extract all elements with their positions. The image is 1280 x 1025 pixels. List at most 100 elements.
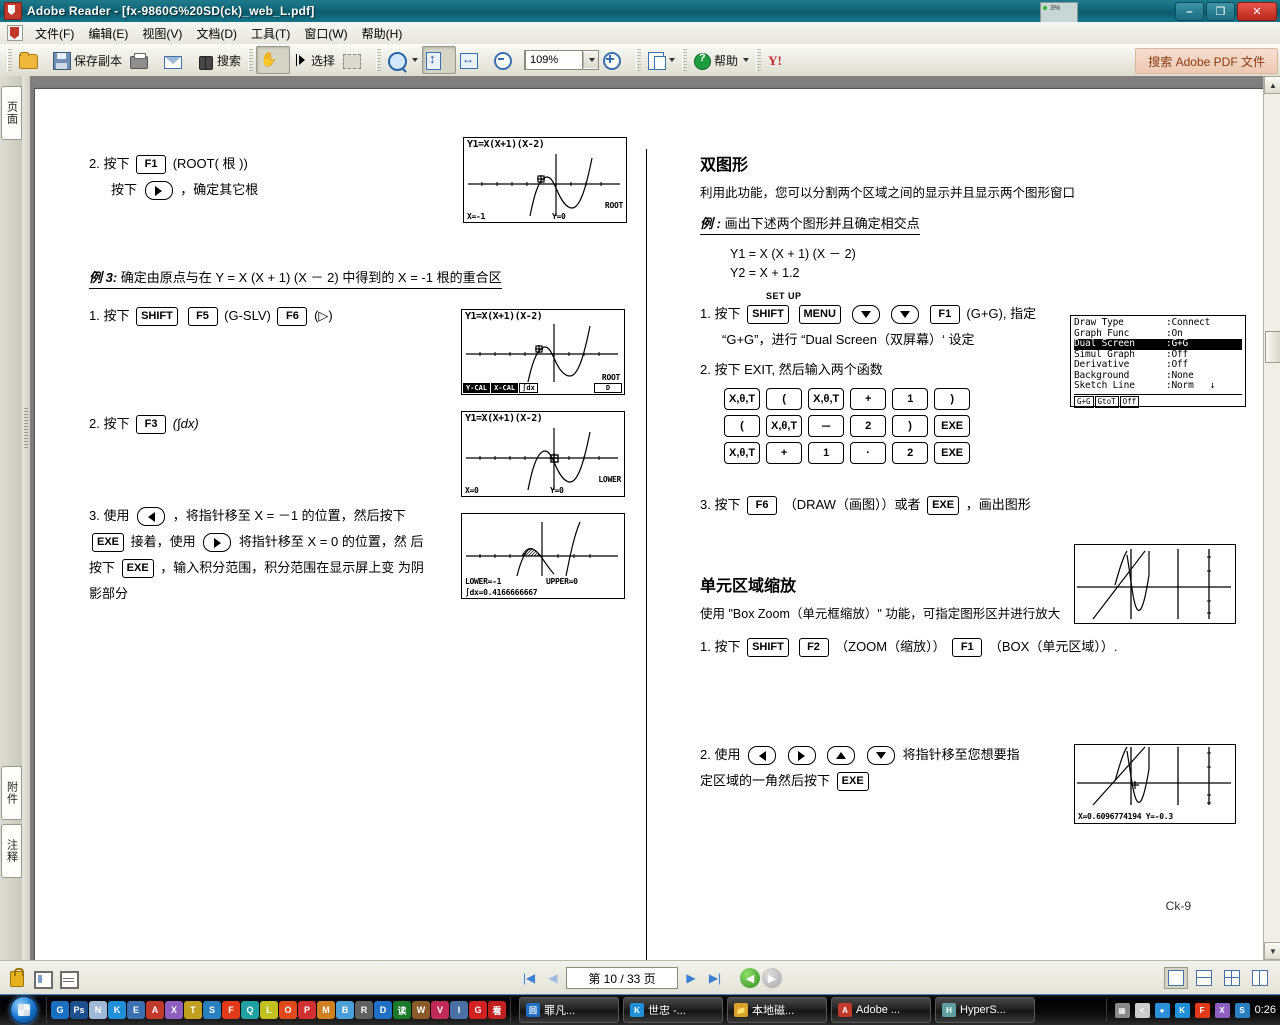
quicklaunch-item-20[interactable]: V (431, 1001, 449, 1019)
quicklaunch-item-4[interactable]: E (127, 1001, 145, 1019)
help-button[interactable]: 帮助 (690, 46, 753, 74)
layout-facing-button[interactable] (1220, 967, 1244, 989)
tray-icon-2[interactable]: ● (1154, 1002, 1170, 1018)
quicklaunch-item-2[interactable]: N (89, 1001, 107, 1019)
menu-document[interactable]: 文档(D) (189, 23, 244, 44)
previous-page-button[interactable]: ◀ (542, 968, 564, 988)
menu-help[interactable]: 帮助(H) (355, 23, 410, 44)
sidebar-tab-pages[interactable]: 页面 (1, 86, 22, 140)
quicklaunch-item-22[interactable]: G (469, 1001, 487, 1019)
tray-icon-5[interactable]: X (1214, 1002, 1230, 1018)
layout-single-page-button[interactable] (1164, 967, 1188, 989)
tray-icon-0[interactable]: ▦ (1114, 1002, 1130, 1018)
menu-window[interactable]: 窗口(W) (297, 23, 354, 44)
search-button[interactable]: 搜索 (194, 46, 245, 74)
menubar[interactable]: 文件(F) 编辑(E) 视图(V) 文档(D) 工具(T) 窗口(W) 帮助(H… (0, 22, 1280, 45)
quicklaunch-item-11[interactable]: L (260, 1001, 278, 1019)
quicklaunch-item-12[interactable]: O (279, 1001, 297, 1019)
quicklaunch-item-9[interactable]: F (222, 1001, 240, 1019)
menu-tools[interactable]: 工具(T) (244, 23, 297, 44)
tray-icon-1[interactable]: < (1134, 1002, 1150, 1018)
quicklaunch-item-10[interactable]: Q (241, 1001, 259, 1019)
continuous-view-icon[interactable] (58, 968, 79, 989)
last-page-button[interactable]: ▶| (704, 968, 726, 988)
quicklaunch-item-3[interactable]: K (108, 1001, 126, 1019)
page-number-field[interactable]: 第 10 / 33 页 (566, 967, 678, 989)
quicklaunch-item-15[interactable]: B (336, 1001, 354, 1019)
tray-clock[interactable]: 0:26 (1255, 1004, 1276, 1016)
layout-continuous-facing-button[interactable] (1248, 967, 1272, 989)
quicklaunch-item-0[interactable]: G (51, 1001, 69, 1019)
menu-edit[interactable]: 编辑(E) (81, 23, 135, 44)
pane-splitter[interactable] (22, 76, 30, 960)
tray-icon-3[interactable]: K (1174, 1002, 1190, 1018)
quicklaunch-item-7[interactable]: T (184, 1001, 202, 1019)
sidebar-tab-attachments[interactable]: 附件 (1, 766, 22, 820)
quicklaunch-item-17[interactable]: D (374, 1001, 392, 1019)
quicklaunch-item-8[interactable]: S (203, 1001, 221, 1019)
scroll-down-arrow-icon[interactable]: ▼ (1264, 942, 1280, 960)
first-page-button[interactable]: |◀ (518, 968, 540, 988)
start-button[interactable] (2, 996, 46, 1024)
email-button[interactable] (160, 46, 194, 74)
single-page-view-icon[interactable] (32, 968, 53, 989)
save-copy-button[interactable]: 保存副本 (49, 46, 126, 74)
close-button[interactable]: ✕ (1237, 2, 1277, 21)
toolbar-grip-6[interactable] (756, 49, 762, 71)
sidebar-tab-comments[interactable]: 注释 (1, 824, 22, 878)
quicklaunch-item-19[interactable]: W (412, 1001, 430, 1019)
quicklaunch-item-16[interactable]: R (355, 1001, 373, 1019)
quicklaunch-item-6[interactable]: X (165, 1001, 183, 1019)
print-button[interactable] (126, 46, 160, 74)
menu-file[interactable]: 文件(F) (28, 23, 81, 44)
fit-width-button[interactable] (456, 46, 490, 74)
layout-continuous-button[interactable] (1192, 967, 1216, 989)
toolbar-grip-2[interactable] (248, 49, 254, 71)
hand-tool-button[interactable] (256, 46, 291, 74)
zoom-level-value[interactable]: 109% (525, 50, 584, 70)
open-file-button[interactable] (15, 46, 49, 74)
quick-launch-bar[interactable]: G Ps N K E A X T S F Q L O P M B R D 读 W V I G 看 (46, 997, 510, 1023)
search-adobe-pdf-button[interactable]: 搜索 Adobe PDF 文件 (1135, 48, 1278, 74)
maximize-button[interactable]: ❐ (1206, 2, 1235, 21)
quicklaunch-item-23[interactable]: 看 (488, 1001, 506, 1019)
page-layout-button[interactable] (644, 46, 679, 74)
quicklaunch-item-13[interactable]: P (298, 1001, 316, 1019)
taskbar-button-4[interactable]: H HyperS... (935, 997, 1035, 1023)
toolbar-grip-3[interactable] (376, 49, 382, 71)
zoom-tool-button[interactable] (384, 46, 422, 74)
yahoo-toolbar-button[interactable]: Y! (764, 46, 798, 74)
chevron-down-icon-help[interactable] (743, 58, 750, 62)
window-controls[interactable]: – ❐ ✕ (1175, 2, 1277, 21)
taskbar-button-1[interactable]: K 世忠 -... (623, 997, 723, 1023)
menu-view[interactable]: 视图(V) (135, 23, 189, 44)
previous-view-button[interactable]: ◀ (740, 968, 760, 988)
quicklaunch-item-1[interactable]: Ps (70, 1001, 88, 1019)
scrollbar-thumb[interactable] (1265, 331, 1280, 363)
tray-icon-6[interactable]: S (1234, 1002, 1250, 1018)
taskbar-button-2[interactable]: 📁 本地磁... (727, 997, 827, 1023)
next-view-button[interactable]: ▶ (762, 968, 782, 988)
quicklaunch-item-14[interactable]: M (317, 1001, 335, 1019)
toolbar-grip-5[interactable] (682, 49, 688, 71)
zoom-level-combobox[interactable]: 109% (524, 50, 600, 70)
taskbar-button-0[interactable]: 回罪凡... (519, 997, 619, 1023)
security-lock-icon[interactable] (6, 968, 26, 988)
next-page-button[interactable]: ▶ (680, 968, 702, 988)
scroll-up-arrow-icon[interactable]: ▲ (1264, 76, 1280, 94)
document-vertical-scrollbar[interactable]: ▲ ▼ (1263, 76, 1280, 960)
quicklaunch-item-18[interactable]: 读 (393, 1001, 411, 1019)
document-viewport[interactable]: 2. 按下 F1 (ROOT( 根 )) 按下 ，确定其它根 例 3: 确定由原… (30, 76, 1264, 960)
chevron-down-icon-layout[interactable] (669, 58, 676, 62)
taskbar-button-3[interactable]: A Adobe ... (831, 997, 931, 1023)
snapshot-tool-button[interactable] (339, 46, 373, 74)
chevron-down-icon[interactable] (412, 58, 419, 62)
quicklaunch-item-21[interactable]: I (450, 1001, 468, 1019)
quicklaunch-item-5[interactable]: A (146, 1001, 164, 1019)
zoom-dropdown-arrow[interactable] (583, 52, 599, 68)
toolbar-grip[interactable] (7, 49, 12, 71)
select-tool-button[interactable]: 选择 (290, 46, 339, 74)
minimize-button[interactable]: – (1175, 2, 1204, 21)
toolbar-grip-4[interactable] (636, 49, 642, 71)
fit-page-button[interactable] (422, 46, 457, 74)
